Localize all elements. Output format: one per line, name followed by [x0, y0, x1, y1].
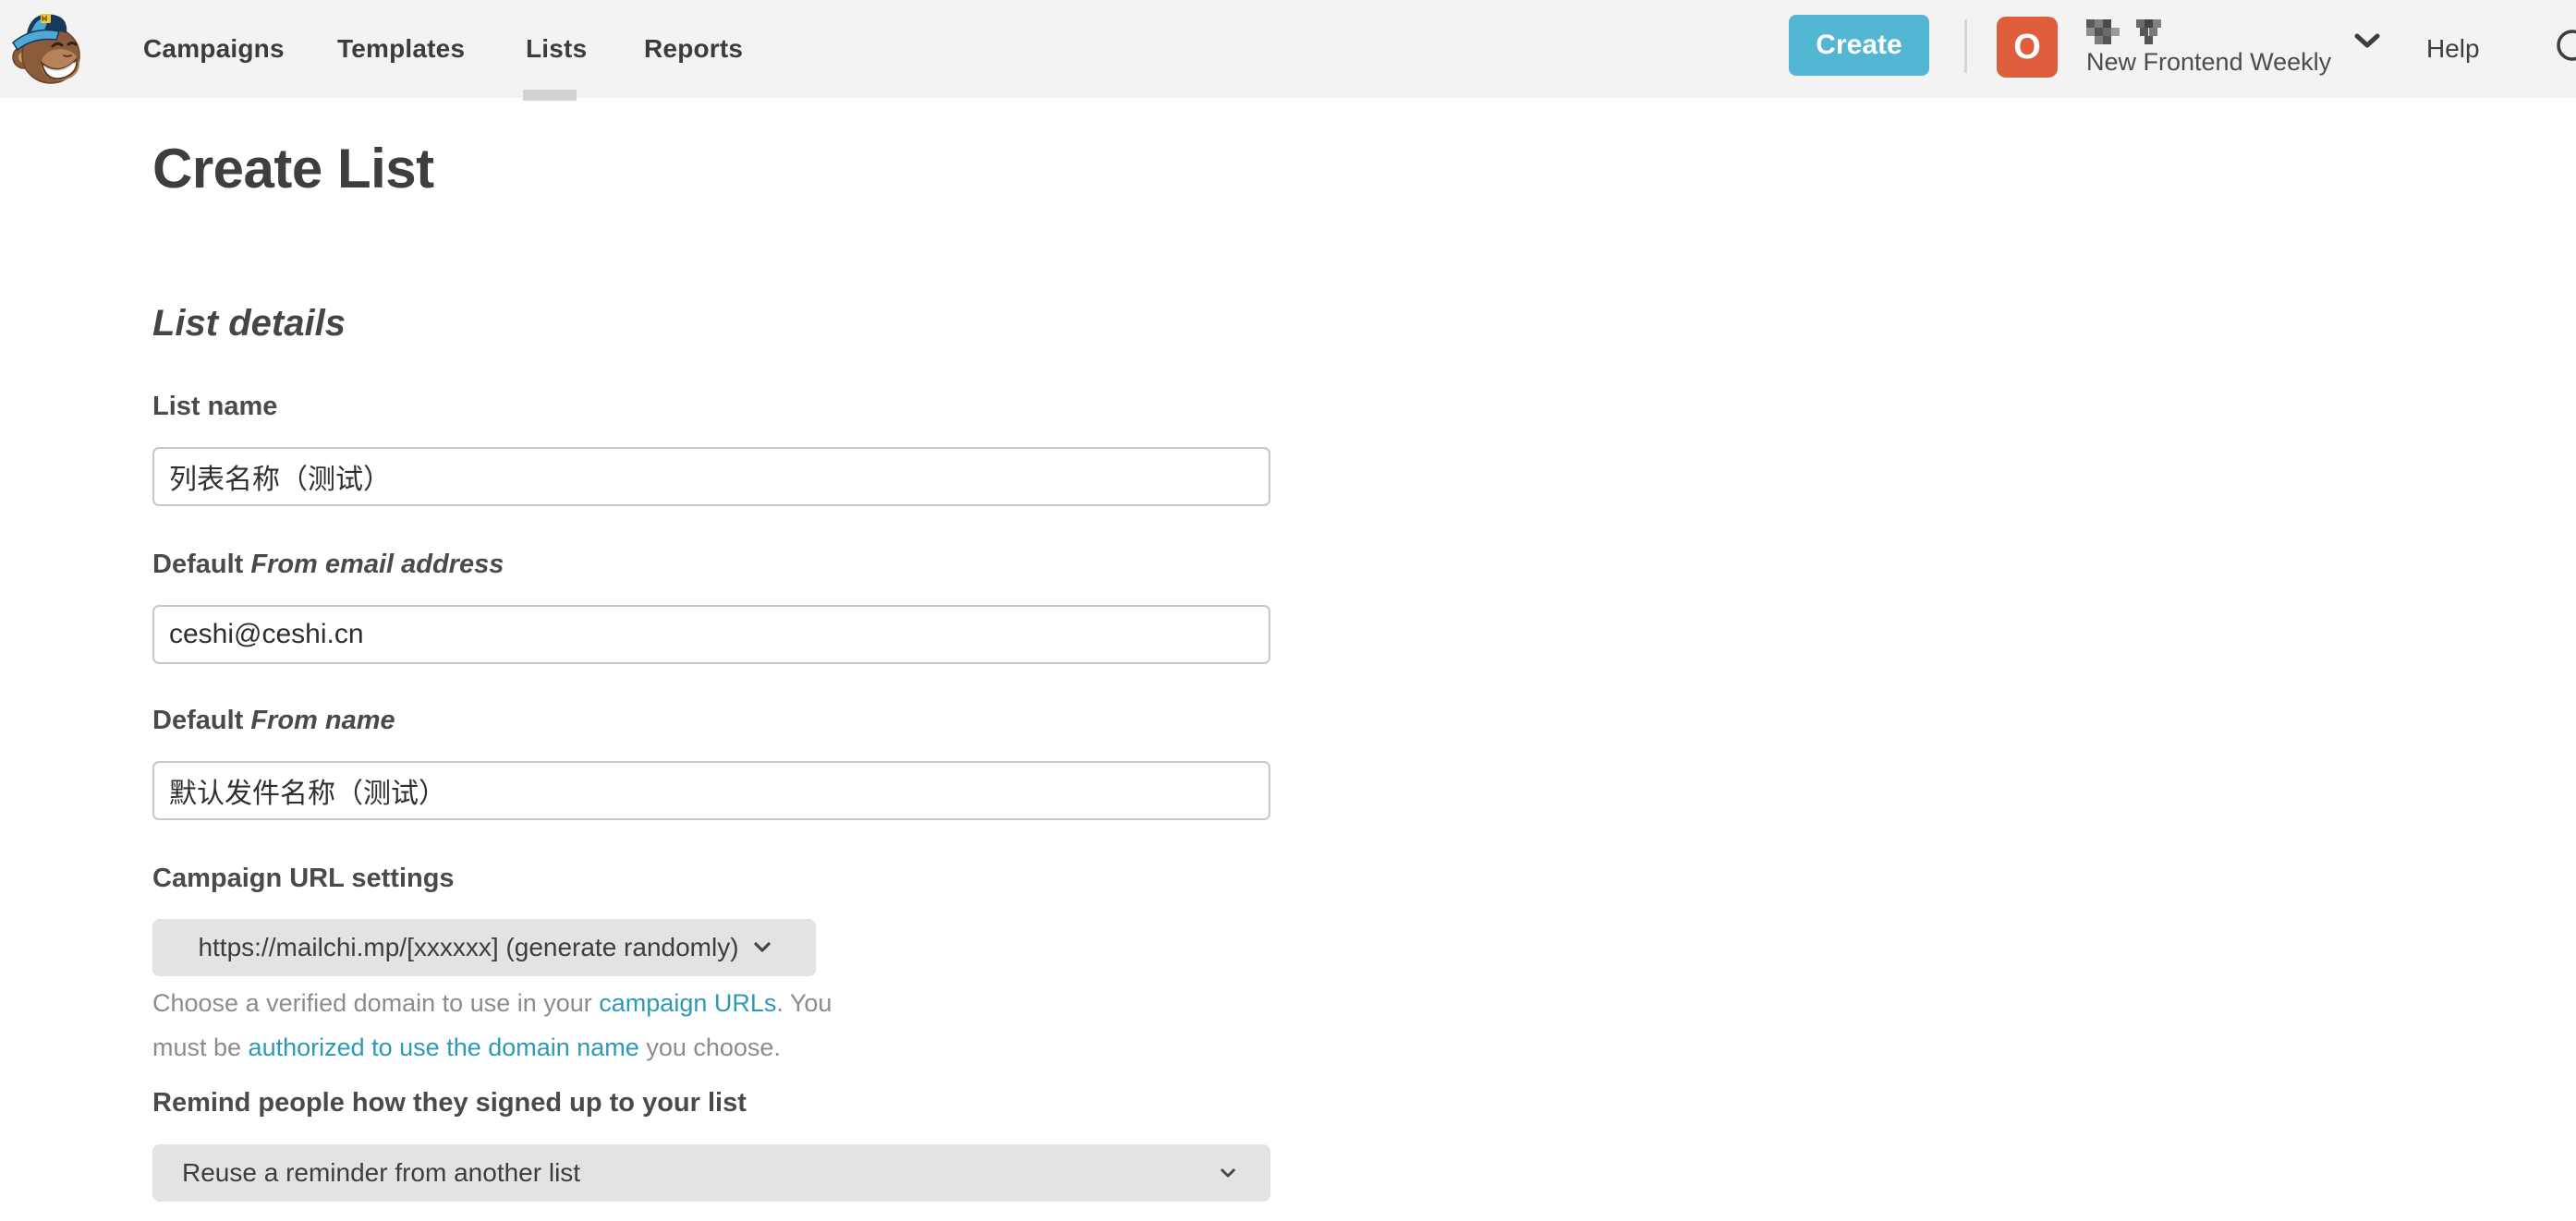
- from-email-label: Default From email address: [152, 550, 504, 580]
- search-icon[interactable]: [2552, 28, 2576, 74]
- signup-reminder-label: Remind people how they signed up to your…: [152, 1088, 747, 1118]
- from-name-label-italic: From name: [250, 706, 395, 735]
- account-switcher[interactable]: O New Frontend Weekly: [1997, 13, 2385, 85]
- from-name-label: Default From name: [152, 706, 395, 736]
- campaign-url-selected-value: https://mailchi.mp/[xxxxxx] (generate ra…: [198, 933, 738, 962]
- redacted-username: [2086, 18, 2171, 44]
- from-email-label-prefix: Default: [152, 550, 250, 579]
- from-email-input[interactable]: [152, 605, 1270, 664]
- helper-text-part: must be: [152, 1034, 249, 1061]
- nav-item-campaigns[interactable]: Campaigns: [143, 0, 285, 98]
- chevron-down-icon: [754, 942, 771, 953]
- campaign-url-helper-text: Choose a verified domain to use in your …: [152, 981, 832, 1070]
- campaign-url-label: Campaign URL settings: [152, 864, 455, 894]
- active-tab-underline: [523, 90, 577, 101]
- signup-reminder-select[interactable]: Reuse a reminder from another list: [152, 1144, 1270, 1202]
- avatar: O: [1997, 17, 2058, 78]
- nav-item-reports[interactable]: Reports: [644, 0, 743, 98]
- helper-text-part: Choose a verified domain to use in your: [152, 989, 599, 1017]
- list-name-label: List name: [152, 392, 277, 422]
- from-name-input[interactable]: [152, 761, 1270, 820]
- list-name-input[interactable]: [152, 447, 1270, 506]
- signup-reminder-selected-value: Reuse a reminder from another list: [182, 1158, 580, 1188]
- campaign-url-select[interactable]: https://mailchi.mp/[xxxxxx] (generate ra…: [152, 919, 816, 976]
- help-link[interactable]: Help: [2426, 0, 2480, 98]
- section-heading-list-details: List details: [152, 303, 346, 345]
- page-title: Create List: [152, 137, 434, 200]
- top-nav: Campaigns Templates Lists Reports Create…: [0, 0, 2576, 98]
- chevron-down-icon: [2354, 33, 2380, 50]
- from-name-label-prefix: Default: [152, 706, 250, 735]
- account-list-name: New Frontend Weekly: [2086, 48, 2331, 77]
- helper-text-part: . You: [776, 989, 832, 1017]
- authorized-domain-link[interactable]: authorized to use the domain name: [249, 1034, 639, 1061]
- nav-item-templates[interactable]: Templates: [337, 0, 465, 98]
- mailchimp-freddie-logo-icon[interactable]: [11, 9, 83, 89]
- chevron-down-icon: [1221, 1168, 1235, 1179]
- header-divider: [1964, 19, 1967, 73]
- from-email-label-italic: From email address: [250, 550, 504, 579]
- create-button[interactable]: Create: [1789, 15, 1929, 76]
- campaign-urls-link[interactable]: campaign URLs: [599, 989, 776, 1017]
- nav-item-lists[interactable]: Lists: [526, 0, 587, 98]
- helper-text-part: you choose.: [639, 1034, 781, 1061]
